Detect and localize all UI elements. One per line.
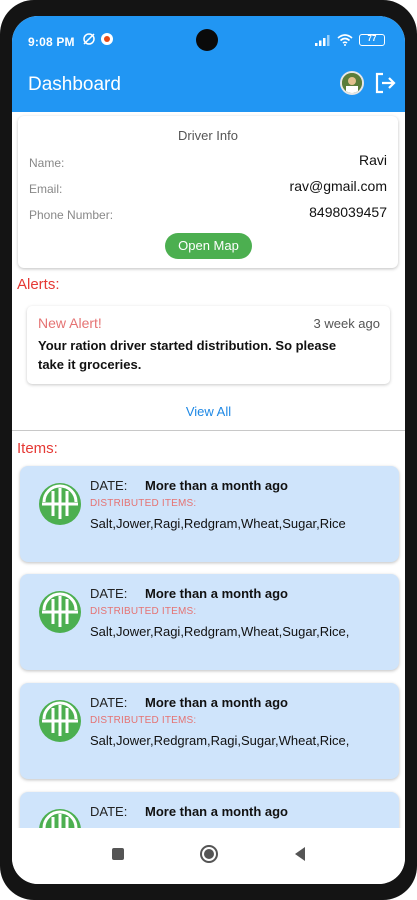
- item-date-value: More than a month ago: [145, 586, 288, 601]
- rice-bowl-icon: [39, 483, 81, 525]
- status-system-icons: 77: [315, 34, 385, 46]
- item-distributed-label: DISTRIBUTED ITEMS:: [90, 498, 197, 509]
- alert-card[interactable]: New Alert! 3 week ago Your ration driver…: [27, 306, 390, 384]
- alert-time: 3 week ago: [313, 316, 381, 331]
- avatar[interactable]: [340, 71, 364, 95]
- item-distributed-label: DISTRIBUTED ITEMS:: [90, 715, 197, 726]
- top-app-bar: 9:08 PM 77 Dashboard: [12, 16, 405, 112]
- item-card[interactable]: DATE: More than a month ago DISTRIBUTED …: [20, 466, 399, 562]
- item-card[interactable]: DATE: More than a month ago DISTRIBUTED …: [20, 574, 399, 670]
- front-camera: [196, 29, 218, 51]
- driver-email-row: Email: rav@gmail.com: [29, 178, 387, 198]
- driver-email-label: Email:: [29, 182, 63, 196]
- alerts-section-title: Alerts:: [17, 276, 60, 293]
- battery-level: 77: [367, 34, 377, 43]
- item-date-label: DATE:: [90, 478, 128, 493]
- status-time: 9:08 PM: [28, 35, 75, 49]
- item-distributed-label: DISTRIBUTED ITEMS:: [90, 606, 197, 617]
- square-icon[interactable]: [106, 842, 130, 866]
- open-map-button[interactable]: Open Map: [165, 233, 252, 259]
- logout-icon[interactable]: [372, 70, 398, 96]
- rice-bowl-icon: [39, 700, 81, 742]
- app-notification-icon: [101, 33, 113, 45]
- item-date-label: DATE:: [90, 804, 128, 819]
- driver-name-row: Name: Ravi: [29, 152, 387, 172]
- triangle-back-icon[interactable]: [288, 842, 312, 866]
- item-list: Salt,Jower,Ragi,Redgram,Wheat,Sugar,Rice: [90, 516, 346, 531]
- driver-name-value: Ravi: [358, 152, 387, 168]
- driver-email-value: rav@gmail.com: [289, 178, 387, 194]
- screen: 9:08 PM 77 Dashboard Driver Info Name: R…: [12, 16, 405, 884]
- item-date-label: DATE:: [90, 695, 128, 710]
- item-list: Salt,Jower,Ragi,Redgram,Wheat,Sugar,Rice…: [90, 624, 350, 639]
- avatar-image-icon: [342, 73, 362, 93]
- page-title: Dashboard: [28, 74, 121, 95]
- dashboard-content[interactable]: Driver Info Name: Ravi Email: rav@gmail.…: [12, 112, 405, 828]
- status-notification-icons: [82, 32, 114, 46]
- alert-title: New Alert!: [38, 315, 102, 331]
- item-card[interactable]: DATE: More than a month ago DISTRIBUTED …: [20, 683, 399, 779]
- driver-info-title: Driver Info: [178, 128, 238, 143]
- wifi-icon: [337, 34, 353, 46]
- driver-phone-value: 8498039457: [309, 204, 387, 220]
- sync-off-icon: [83, 33, 95, 45]
- phone-frame: 9:08 PM 77 Dashboard Driver Info Name: R…: [0, 0, 417, 900]
- battery-icon: 77: [359, 34, 385, 46]
- item-date-label: DATE:: [90, 586, 128, 601]
- status-bar: 9:08 PM 77: [12, 16, 405, 56]
- alert-message: Your ration driver started distribution.…: [38, 338, 337, 372]
- item-date-value: More than a month ago: [145, 695, 288, 710]
- circle-icon[interactable]: [197, 842, 221, 866]
- divider: [12, 430, 405, 431]
- items-section-title: Items:: [17, 440, 58, 457]
- item-date-value: More than a month ago: [145, 804, 288, 819]
- item-card[interactable]: DATE: More than a month ago: [20, 792, 399, 828]
- item-date-value: More than a month ago: [145, 478, 288, 493]
- driver-name-label: Name:: [29, 156, 65, 170]
- item-list: Salt,Jower,Redgram,Ragi,Sugar,Wheat,Rice…: [90, 733, 350, 748]
- view-all-link[interactable]: View All: [12, 404, 405, 419]
- driver-info-card: Driver Info Name: Ravi Email: rav@gmail.…: [18, 116, 398, 268]
- driver-phone-row: Phone Number: 8498039457: [29, 204, 387, 224]
- signal-icon: [315, 35, 330, 46]
- driver-phone-label: Phone Number:: [29, 208, 114, 222]
- system-nav-bar: [12, 828, 405, 884]
- rice-bowl-icon: [39, 591, 81, 633]
- rice-bowl-icon: [39, 809, 81, 828]
